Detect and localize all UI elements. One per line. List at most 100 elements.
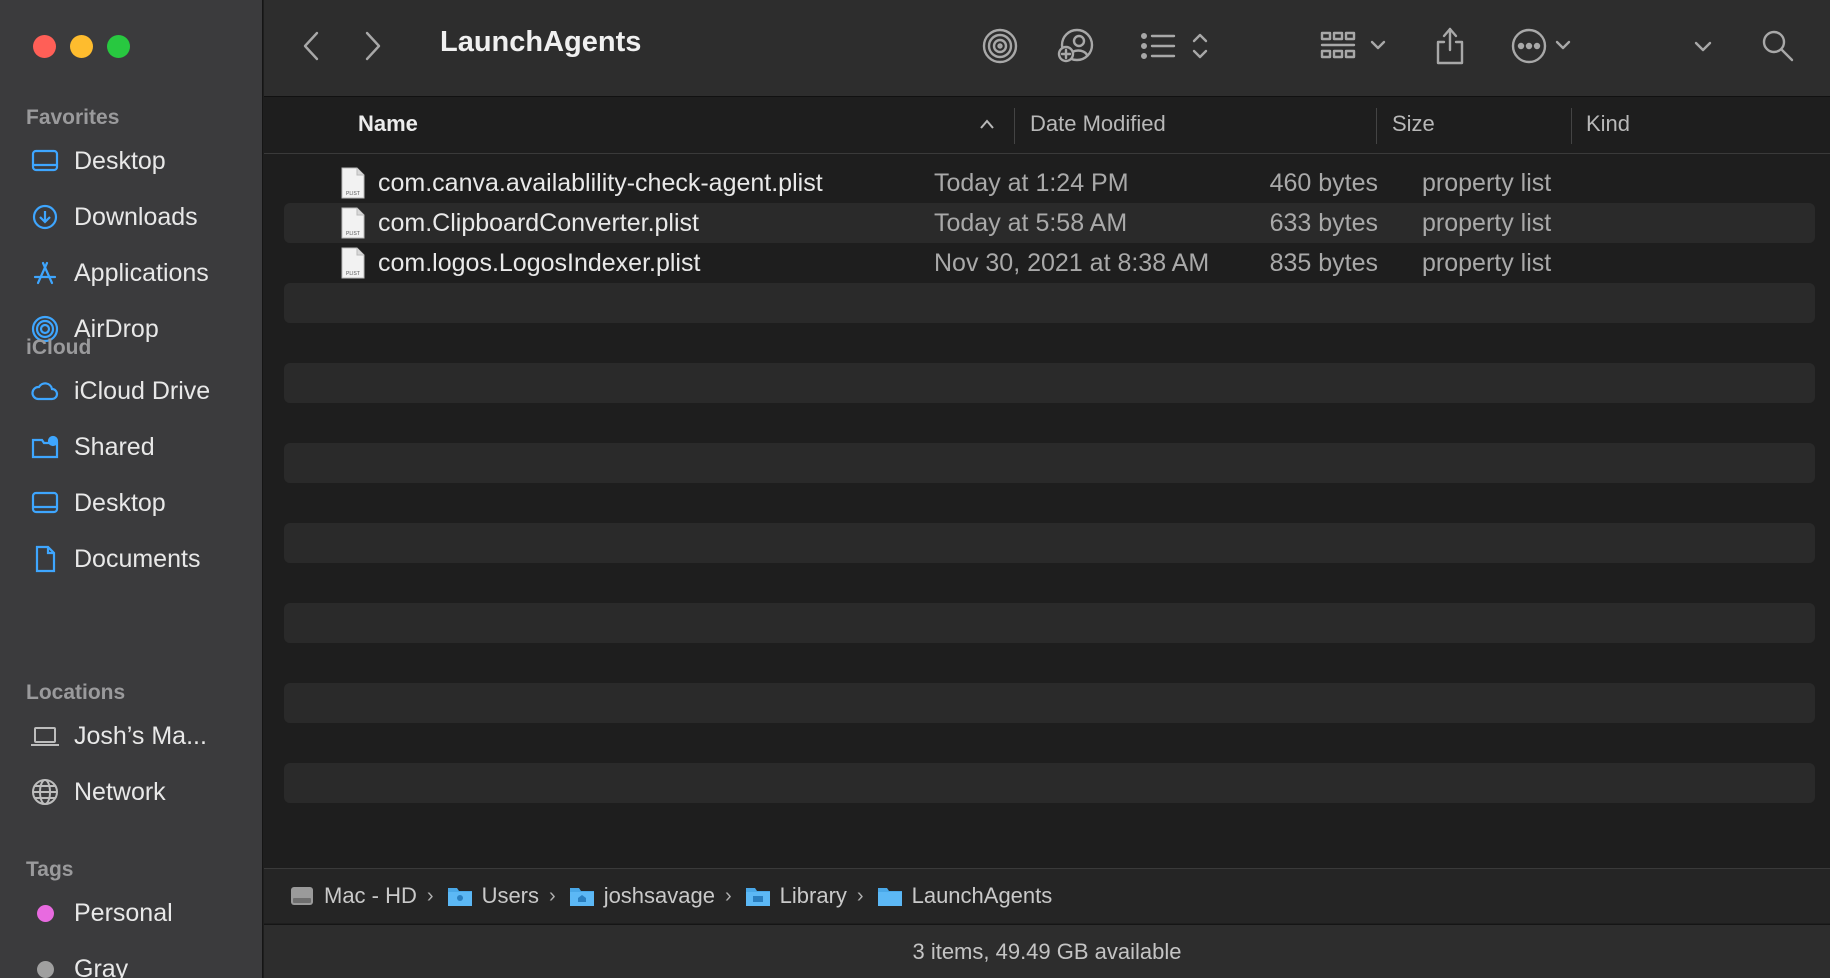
plist-file-icon: PLIST bbox=[341, 207, 365, 239]
globe-icon bbox=[29, 776, 61, 808]
sidebar: Favorites Desktop Downloads Applications… bbox=[0, 0, 263, 978]
path-item-users[interactable]: Users › bbox=[446, 883, 568, 909]
sidebar-item-label: Desktop bbox=[74, 488, 166, 517]
path-item-library[interactable]: Library › bbox=[744, 883, 876, 909]
more-actions-button[interactable] bbox=[1511, 24, 1591, 68]
sidebar-item-documents[interactable]: Documents bbox=[0, 531, 263, 587]
tag-color-dot bbox=[29, 953, 61, 978]
share-with-people-button[interactable] bbox=[1052, 24, 1098, 68]
table-row[interactable]: PLIST com.canva.availablility-check-agen… bbox=[284, 163, 1815, 203]
sidebar-item-label: Network bbox=[74, 777, 166, 806]
users-folder-icon bbox=[447, 888, 472, 906]
file-kind: property list bbox=[1422, 169, 1552, 197]
path-bar: Mac - HD › Users › joshsavage › Library › La… bbox=[264, 868, 1830, 923]
sidebar-item-label: iCloud Drive bbox=[74, 376, 211, 405]
desktop-icon bbox=[29, 145, 61, 177]
sidebar-item-label: Personal bbox=[74, 898, 173, 927]
sidebar-item-tag-gray[interactable]: Gray bbox=[0, 941, 263, 978]
back-button[interactable] bbox=[294, 24, 330, 68]
airdrop-button[interactable] bbox=[978, 24, 1022, 68]
chevron-down-icon bbox=[1694, 41, 1712, 52]
status-bar: 3 items, 49.49 GB available bbox=[264, 924, 1830, 978]
column-divider bbox=[1376, 108, 1377, 144]
path-item-home[interactable]: joshsavage › bbox=[568, 883, 744, 909]
table-row[interactable]: PLIST com.logos.LogosIndexer.plist Nov 3… bbox=[284, 243, 1815, 283]
sidebar-item-applications[interactable]: Applications bbox=[0, 245, 263, 301]
shared-folder-icon bbox=[29, 431, 61, 463]
sidebar-item-network[interactable]: Network bbox=[0, 764, 263, 820]
add-person-icon bbox=[1057, 28, 1094, 63]
column-header: Name Date Modified Size Kind bbox=[264, 98, 1830, 154]
sidebar-item-icloud-drive[interactable]: iCloud Drive bbox=[0, 363, 263, 419]
sidebar-item-desktop[interactable]: Desktop bbox=[0, 133, 263, 189]
column-size-header[interactable]: Size bbox=[1392, 98, 1435, 154]
sidebar-item-tag-personal[interactable]: Personal bbox=[0, 885, 263, 941]
search-button[interactable] bbox=[1756, 24, 1800, 68]
file-size: 460 bytes bbox=[1269, 169, 1378, 197]
empty-row bbox=[284, 803, 1815, 843]
empty-row bbox=[284, 643, 1815, 683]
file-name: com.canva.availablility-check-agent.plis… bbox=[378, 169, 823, 197]
empty-row bbox=[284, 363, 1815, 403]
file-kind: property list bbox=[1422, 249, 1552, 277]
library-folder-icon bbox=[745, 888, 770, 906]
empty-row bbox=[284, 403, 1815, 443]
sidebar-item-icloud-desktop[interactable]: Desktop bbox=[0, 475, 263, 531]
zoom-window-button[interactable] bbox=[107, 35, 130, 58]
empty-row bbox=[284, 603, 1815, 643]
sidebar-section-locations: Locations Josh’s Ma... Network bbox=[0, 678, 263, 820]
desktop-icon bbox=[29, 487, 61, 519]
sidebar-item-shared[interactable]: Shared bbox=[0, 419, 263, 475]
group-by-button[interactable] bbox=[1320, 24, 1396, 68]
file-name: com.logos.LogosIndexer.plist bbox=[378, 249, 701, 277]
sidebar-heading: Locations bbox=[26, 681, 126, 704]
folder-icon bbox=[877, 888, 902, 906]
table-row[interactable]: PLIST com.ClipboardConverter.plist Today… bbox=[284, 203, 1815, 243]
empty-row bbox=[284, 323, 1815, 363]
empty-row bbox=[284, 483, 1815, 523]
file-size: 835 bytes bbox=[1269, 249, 1378, 277]
path-item-launchagents[interactable]: LaunchAgents bbox=[876, 883, 1052, 909]
column-divider bbox=[1014, 108, 1015, 144]
document-icon bbox=[29, 543, 61, 575]
toolbar-overflow-button[interactable] bbox=[1688, 24, 1718, 68]
svg-text:PLIST: PLIST bbox=[346, 271, 360, 277]
sidebar-section-icloud: iCloud iCloud Drive Shared Desktop Docum… bbox=[0, 333, 263, 587]
sidebar-item-label: Gray bbox=[74, 954, 129, 978]
chevron-left-icon bbox=[303, 31, 319, 61]
sidebar-item-label: Documents bbox=[74, 544, 201, 573]
window-title: LaunchAgents bbox=[440, 26, 642, 58]
empty-row bbox=[284, 563, 1815, 603]
sidebar-item-label: Desktop bbox=[74, 146, 166, 175]
share-button[interactable] bbox=[1432, 24, 1468, 68]
column-name-header[interactable]: Name bbox=[358, 98, 418, 154]
empty-row bbox=[284, 443, 1815, 483]
chevron-right-icon bbox=[365, 31, 381, 61]
column-kind-header[interactable]: Kind bbox=[1586, 98, 1630, 154]
close-window-button[interactable] bbox=[33, 35, 56, 58]
sidebar-item-this-mac[interactable]: Josh’s Ma... bbox=[0, 708, 263, 764]
sidebar-item-label: Downloads bbox=[74, 202, 198, 231]
sidebar-heading: Tags bbox=[26, 858, 74, 881]
forward-button[interactable] bbox=[354, 24, 390, 68]
view-options-button[interactable] bbox=[1140, 24, 1216, 68]
path-item-mac-hd[interactable]: Mac - HD › bbox=[288, 883, 446, 909]
toolbar: LaunchAgents bbox=[264, 0, 1830, 97]
sidebar-item-label: Shared bbox=[74, 432, 155, 461]
file-date: Today at 1:24 PM bbox=[934, 169, 1129, 197]
ellipsis-circle-icon bbox=[1511, 28, 1571, 64]
sidebar-item-label: Applications bbox=[74, 258, 209, 287]
minimize-window-button[interactable] bbox=[70, 35, 93, 58]
column-divider bbox=[1571, 108, 1572, 144]
file-name: com.ClipboardConverter.plist bbox=[378, 209, 699, 237]
svg-text:PLIST: PLIST bbox=[346, 191, 360, 197]
sidebar-item-downloads[interactable]: Downloads bbox=[0, 189, 263, 245]
sidebar-heading: iCloud bbox=[26, 336, 92, 359]
plist-file-icon: PLIST bbox=[341, 167, 365, 199]
empty-row bbox=[284, 523, 1815, 563]
downloads-icon bbox=[29, 201, 61, 233]
main-area: LaunchAgents Name Date Modified Size Kin… bbox=[264, 0, 1830, 978]
sidebar-section-favorites: Favorites Desktop Downloads Applications… bbox=[0, 103, 263, 357]
column-date-header[interactable]: Date Modified bbox=[1030, 98, 1166, 154]
sort-ascending-icon bbox=[978, 98, 996, 154]
